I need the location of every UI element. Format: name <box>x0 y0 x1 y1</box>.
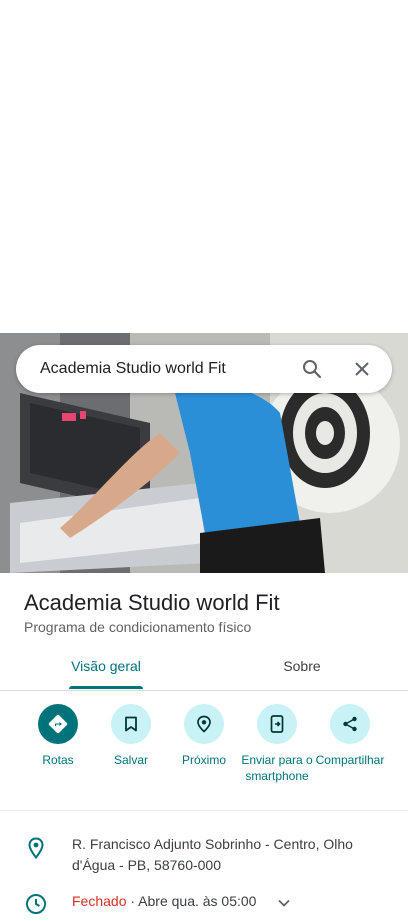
map-area[interactable] <box>0 0 408 333</box>
share-label: Compartilhar <box>315 753 385 767</box>
action-buttons-row: Rotas Salvar Próximo Enviar para o smart… <box>0 704 408 811</box>
place-category[interactable]: Programa de condicionamento físico <box>24 619 251 635</box>
send-to-phone-icon <box>257 704 297 744</box>
address-row[interactable]: R. Francisco Adjunto Sobrinho - Centro, … <box>0 834 408 878</box>
directions-button[interactable]: Rotas <box>20 704 96 768</box>
place-title: Academia Studio world Fit <box>24 590 280 615</box>
directions-icon <box>38 704 78 744</box>
hours-row[interactable]: Fechado · Abre qua. às 05:00 <box>0 892 408 916</box>
share-icon <box>330 704 370 744</box>
nearby-button[interactable]: Próximo <box>166 704 242 768</box>
tab-bar: Visão geral Sobre <box>0 646 408 691</box>
search-icon[interactable] <box>300 357 324 381</box>
close-icon[interactable] <box>350 357 374 381</box>
clock-icon <box>24 892 48 916</box>
tab-about[interactable]: Sobre <box>262 658 342 674</box>
location-pin-icon <box>24 836 48 860</box>
send-to-phone-button[interactable]: Enviar para o smartphone <box>239 704 315 784</box>
active-tab-indicator <box>69 686 143 689</box>
search-input[interactable]: Academia Studio world Fit <box>40 360 300 378</box>
hours-status: Fechado <box>72 893 127 909</box>
share-button[interactable]: Compartilhar <box>312 704 388 768</box>
save-button[interactable]: Salvar <box>93 704 169 768</box>
nearby-icon <box>184 704 224 744</box>
bookmark-icon <box>111 704 151 744</box>
address-text: R. Francisco Adjunto Sobrinho - Centro, … <box>72 836 353 873</box>
tab-overview[interactable]: Visão geral <box>62 658 150 674</box>
save-label: Salvar <box>113 753 148 767</box>
directions-label: Rotas <box>42 753 74 767</box>
search-bar[interactable]: Academia Studio world Fit <box>16 345 392 393</box>
send-to-phone-label: Enviar para o smartphone <box>241 753 313 783</box>
nearby-label: Próximo <box>181 753 226 767</box>
chevron-down-icon[interactable] <box>278 892 291 913</box>
hours-detail: · Abre qua. às 05:00 <box>126 893 257 909</box>
